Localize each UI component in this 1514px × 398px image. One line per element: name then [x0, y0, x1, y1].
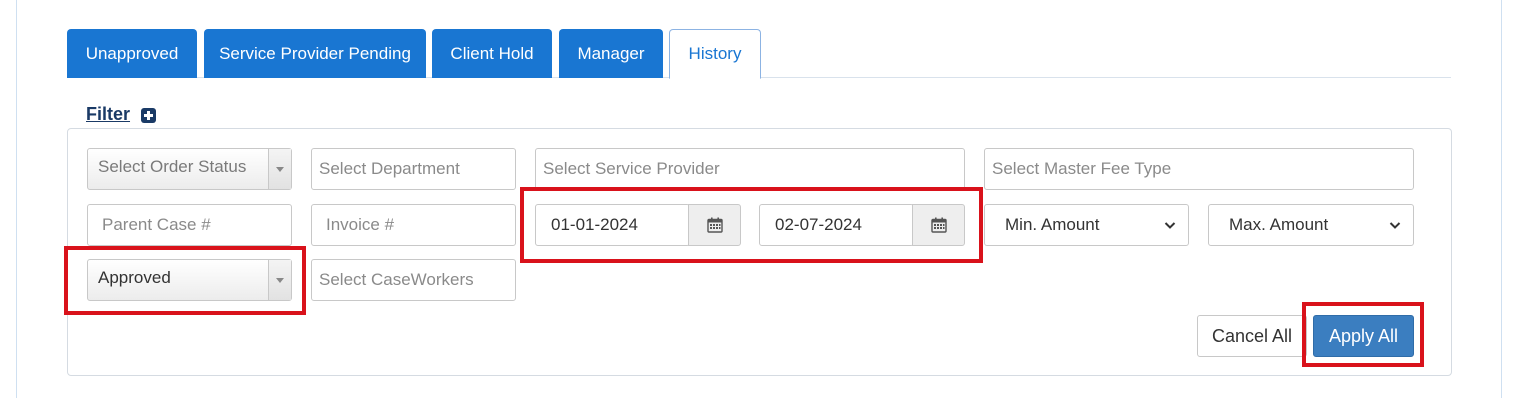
- calendar-icon: [930, 217, 947, 233]
- tab-unapproved[interactable]: Unapproved: [67, 29, 197, 78]
- date-to-calendar-button[interactable]: [912, 204, 965, 246]
- date-to-input[interactable]: 02-07-2024: [759, 204, 914, 246]
- date-from-value: 01-01-2024: [551, 215, 638, 234]
- order-status-select[interactable]: Select Order Status: [87, 148, 292, 190]
- caseworkers-select[interactable]: Select CaseWorkers: [311, 259, 516, 301]
- tab-history[interactable]: History: [669, 29, 761, 79]
- invoice-input[interactable]: Invoice #: [311, 204, 516, 246]
- master-fee-type-placeholder: Select Master Fee Type: [992, 159, 1172, 178]
- chevron-down-icon: [1389, 222, 1401, 229]
- date-from-calendar-button[interactable]: [688, 204, 741, 246]
- caseworkers-placeholder: Select CaseWorkers: [319, 270, 474, 289]
- min-amount-value: Min. Amount: [1005, 215, 1100, 234]
- service-provider-select[interactable]: Select Service Provider: [535, 148, 965, 190]
- tab-bar: Unapproved Service Provider Pending Clie…: [67, 29, 1451, 79]
- tab-client-hold[interactable]: Client Hold: [432, 29, 552, 78]
- date-from-input[interactable]: 01-01-2024: [535, 204, 690, 246]
- chevron-down-icon: [1164, 222, 1176, 229]
- department-placeholder: Select Department: [319, 159, 460, 178]
- master-fee-type-select[interactable]: Select Master Fee Type: [984, 148, 1414, 190]
- plus-square-icon[interactable]: [141, 108, 156, 123]
- department-select[interactable]: Select Department: [311, 148, 516, 190]
- service-provider-placeholder: Select Service Provider: [543, 159, 720, 178]
- date-to-value: 02-07-2024: [775, 215, 862, 234]
- approval-status-value: Approved: [98, 268, 171, 287]
- min-amount-select[interactable]: Min. Amount: [984, 204, 1189, 246]
- caret-down-icon: [268, 260, 291, 300]
- max-amount-value: Max. Amount: [1229, 215, 1329, 234]
- caret-down-icon: [268, 149, 291, 189]
- tab-manager[interactable]: Manager: [559, 29, 663, 78]
- tab-service-provider-pending[interactable]: Service Provider Pending: [204, 29, 426, 78]
- order-status-placeholder: Select Order Status: [98, 157, 247, 176]
- parent-case-placeholder: Parent Case #: [102, 215, 211, 234]
- apply-all-button[interactable]: Apply All: [1313, 315, 1414, 357]
- filter-toggle-link[interactable]: Filter: [86, 104, 130, 125]
- calendar-icon: [706, 217, 723, 233]
- cancel-all-button[interactable]: Cancel All: [1197, 315, 1307, 357]
- max-amount-select[interactable]: Max. Amount: [1208, 204, 1414, 246]
- parent-case-input[interactable]: Parent Case #: [87, 204, 292, 246]
- approval-status-select[interactable]: Approved: [87, 259, 292, 301]
- invoice-placeholder: Invoice #: [326, 215, 395, 234]
